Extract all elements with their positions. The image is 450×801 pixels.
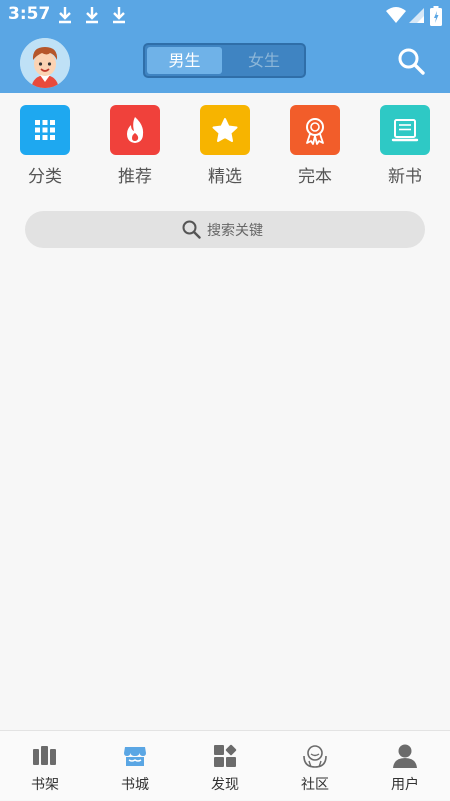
- battery-icon: [430, 6, 442, 26]
- category-label: 新书: [388, 167, 422, 187]
- app-header: 男生 女生: [0, 30, 450, 93]
- bookshelf-icon: [33, 746, 56, 765]
- download-icon: [86, 7, 98, 24]
- star-icon: [200, 105, 250, 155]
- category-row: 分类 推荐 精选 完本 新书: [0, 105, 450, 195]
- bottom-nav: 书架 书城 发现 社区 用户: [0, 730, 450, 800]
- discover-icon: [214, 744, 237, 767]
- nav-user[interactable]: 用户: [360, 731, 450, 801]
- grid-icon: [20, 105, 70, 155]
- category-label: 完本: [298, 167, 332, 187]
- download-icon: [113, 7, 125, 24]
- store-icon: [124, 747, 146, 766]
- status-time: 3:57: [8, 4, 51, 24]
- category-label: 推荐: [118, 167, 152, 187]
- avatar[interactable]: [20, 38, 70, 88]
- wifi-icon: [386, 7, 406, 23]
- nav-discover[interactable]: 发现: [180, 731, 270, 801]
- tab-male[interactable]: 男生: [147, 47, 222, 74]
- nav-community[interactable]: 社区: [270, 731, 360, 801]
- nav-label: 书架: [31, 777, 59, 793]
- download-icon: [59, 7, 71, 24]
- search-input[interactable]: 搜索关键: [25, 211, 425, 248]
- status-bar: 3:57: [0, 0, 450, 30]
- nav-label: 用户: [391, 777, 419, 793]
- nav-bookshelf[interactable]: 书架: [0, 731, 90, 801]
- category-jingxuan[interactable]: 精选: [180, 105, 270, 190]
- nav-label: 发现: [211, 777, 239, 793]
- user-icon: [393, 744, 417, 768]
- fire-icon: [110, 105, 160, 155]
- search-icon: [182, 220, 201, 239]
- search-icon[interactable]: [396, 46, 426, 76]
- nav-store[interactable]: 书城: [90, 731, 180, 801]
- search-placeholder: 搜索关键: [207, 223, 263, 239]
- tab-female[interactable]: 女生: [225, 47, 303, 74]
- book-icon: [380, 105, 430, 155]
- category-fenlei[interactable]: 分类: [0, 105, 90, 190]
- medal-icon: [290, 105, 340, 155]
- community-icon: [303, 745, 327, 768]
- nav-label: 书城: [121, 777, 149, 793]
- signal-icon: [409, 8, 424, 23]
- category-wanben[interactable]: 完本: [270, 105, 360, 190]
- gender-toggle: 男生 女生: [143, 43, 306, 78]
- category-label: 精选: [208, 167, 242, 187]
- category-tuijian[interactable]: 推荐: [90, 105, 180, 190]
- category-label: 分类: [28, 167, 62, 187]
- nav-label: 社区: [301, 777, 329, 793]
- category-xinshu[interactable]: 新书: [360, 105, 450, 190]
